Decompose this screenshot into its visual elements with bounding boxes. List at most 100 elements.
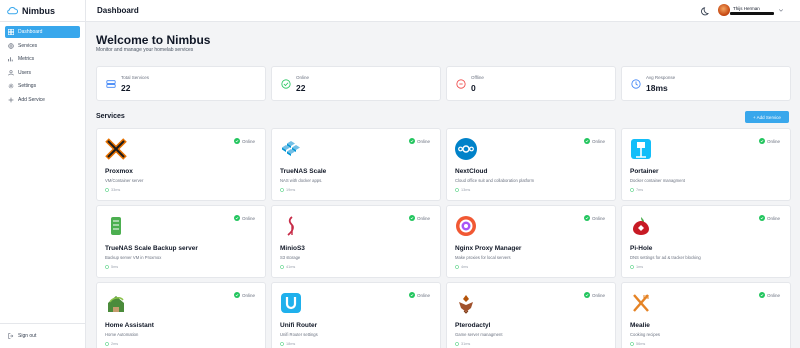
service-card-truenas[interactable]: Online TrueNAS Scale NAS with docker app… [271, 128, 441, 201]
check-icon [233, 138, 240, 144]
signout-button[interactable]: Sign out [5, 331, 36, 341]
metrics-icon [8, 56, 14, 62]
check-icon [583, 215, 590, 221]
service-description: Backup server VM in Proxmox [105, 255, 162, 260]
status-text: Online [766, 215, 780, 221]
service-card-portainer[interactable]: Online Portainer Docker container managm… [621, 128, 791, 201]
service-name: Pi-Hole [630, 245, 653, 252]
status-badge: Online [408, 138, 430, 144]
status-badge: Online [233, 138, 255, 144]
sidebar-item-services[interactable]: Services [5, 40, 80, 52]
add-service-button[interactable]: + Add Service [745, 111, 789, 123]
service-card-proxmox[interactable]: Online Proxmox VM/Container server 33ms [96, 128, 266, 201]
service-card-nginx-proxy-manager[interactable]: Online Nginx Proxy Manager Make proxies … [446, 205, 616, 278]
latency-check-icon [280, 265, 284, 269]
brand-name: Nimbus [22, 5, 56, 16]
latency-check-icon [455, 342, 459, 346]
latency-check-icon [630, 342, 634, 346]
sidebar-item-users[interactable]: Users [5, 67, 80, 79]
service-card-truenas-backup[interactable]: Online TrueNAS Scale Backup server Backu… [96, 205, 266, 278]
status-text: Online [591, 138, 605, 144]
service-name: Home Assistant [105, 322, 154, 329]
latency-value: 31ms [461, 342, 471, 346]
service-card-mealie[interactable]: Online Mealie Cooking recipes 56ms [621, 282, 791, 348]
latency-check-icon [455, 188, 459, 192]
stat-label: Online [296, 75, 310, 80]
service-latency: 13ms [455, 188, 470, 192]
check-icon [583, 138, 590, 144]
latency-value: 56ms [636, 342, 646, 346]
service-description: Docker container managment [630, 178, 685, 183]
service-latency: 33ms [105, 188, 120, 192]
page-title: Dashboard [97, 6, 139, 15]
sidebar-item-dashboard[interactable]: Dashboard [5, 26, 80, 38]
latency-value: 33ms [111, 188, 121, 192]
check-icon [233, 215, 240, 221]
nextcloud-icon [455, 138, 477, 160]
stat-label: Avg Response [646, 75, 676, 80]
avatar [718, 4, 730, 16]
service-description: VM/Container server [105, 178, 144, 183]
welcome-subtitle: Monitor and manage your homelab services [96, 47, 194, 53]
service-card-minios3[interactable]: Online MinioS3 S3 storage 41ms [271, 205, 441, 278]
sidebar-item-label: Dashboard [18, 29, 43, 35]
service-card-nextcloud[interactable]: Online NextCloud Cloud office suit and c… [446, 128, 616, 201]
stat-label: Total Services [121, 75, 150, 80]
moon-icon[interactable] [701, 6, 711, 16]
services-icon [8, 42, 14, 49]
stat-card-online: Online 22 [271, 66, 441, 101]
pihole-icon [630, 215, 652, 237]
service-card-unifi-router[interactable]: Online Unifi Router Unifi Router setting… [271, 282, 441, 348]
service-name: NextCloud [455, 168, 488, 175]
service-description: Unifi Router settings [280, 332, 318, 337]
status-badge: Online [583, 138, 605, 144]
latency-check-icon [630, 188, 634, 192]
stat-card-total-services: Total Services 22 [96, 66, 266, 101]
service-latency: 18ms [280, 342, 295, 346]
sidebar-item-label: Services [18, 42, 38, 49]
service-name: TrueNAS Scale [280, 168, 327, 175]
server-icon [106, 80, 116, 88]
truenas-backup-icon [105, 215, 127, 237]
status-text: Online [416, 292, 430, 298]
service-latency: 56ms [630, 342, 645, 346]
sidebar-item-label: Add Service [18, 96, 45, 103]
minio-icon [280, 215, 302, 237]
check-icon [758, 138, 765, 144]
user-menu[interactable]: Thijs Herman [718, 4, 784, 16]
service-name: Nginx Proxy Manager [455, 245, 522, 252]
latency-check-icon [630, 265, 634, 269]
latency-value: 19ms [286, 188, 296, 192]
latency-check-icon [105, 188, 109, 192]
brand[interactable]: Nimbus [0, 0, 85, 22]
status-text: Online [241, 292, 255, 298]
check-icon [583, 292, 590, 298]
latency-check-icon [280, 188, 284, 192]
service-card-pterodactyl[interactable]: Online Pterodactyl Game server managment… [446, 282, 616, 348]
service-latency: 41ms [280, 265, 295, 269]
sidebar-item-add-service[interactable]: Add Service [5, 94, 80, 106]
service-card-home-assistant[interactable]: Online Home Assistant Home Automation 2m… [96, 282, 266, 348]
sidebar-item-label: Metrics [18, 56, 35, 62]
nginx-proxy-manager-icon [455, 215, 477, 237]
check-icon [408, 138, 415, 144]
sidebar-item-label: Users [18, 69, 32, 76]
sidebar: Nimbus Dashboard Services Metrics Users [0, 0, 86, 348]
latency-value: 7ms [636, 188, 644, 192]
status-text: Online [766, 292, 780, 298]
service-card-pihole[interactable]: Online Pi-Hole DNS settings for ad & tra… [621, 205, 791, 278]
sidebar-item-settings[interactable]: Settings [5, 80, 80, 92]
main-content: Welcome to Nimbus Monitor and manage you… [86, 22, 800, 348]
latency-value: 41ms [286, 265, 296, 269]
check-icon [408, 215, 415, 221]
status-text: Online [241, 215, 255, 221]
top-header: Dashboard Thijs Herman [86, 0, 800, 22]
service-latency: 31ms [455, 342, 470, 346]
pterodactyl-icon [455, 292, 477, 314]
sidebar-item-metrics[interactable]: Metrics [5, 53, 80, 65]
latency-check-icon [455, 265, 459, 269]
latency-value: 5ms [111, 265, 119, 269]
status-badge: Online [583, 215, 605, 221]
status-badge: Online [758, 138, 780, 144]
check-icon [233, 292, 240, 298]
